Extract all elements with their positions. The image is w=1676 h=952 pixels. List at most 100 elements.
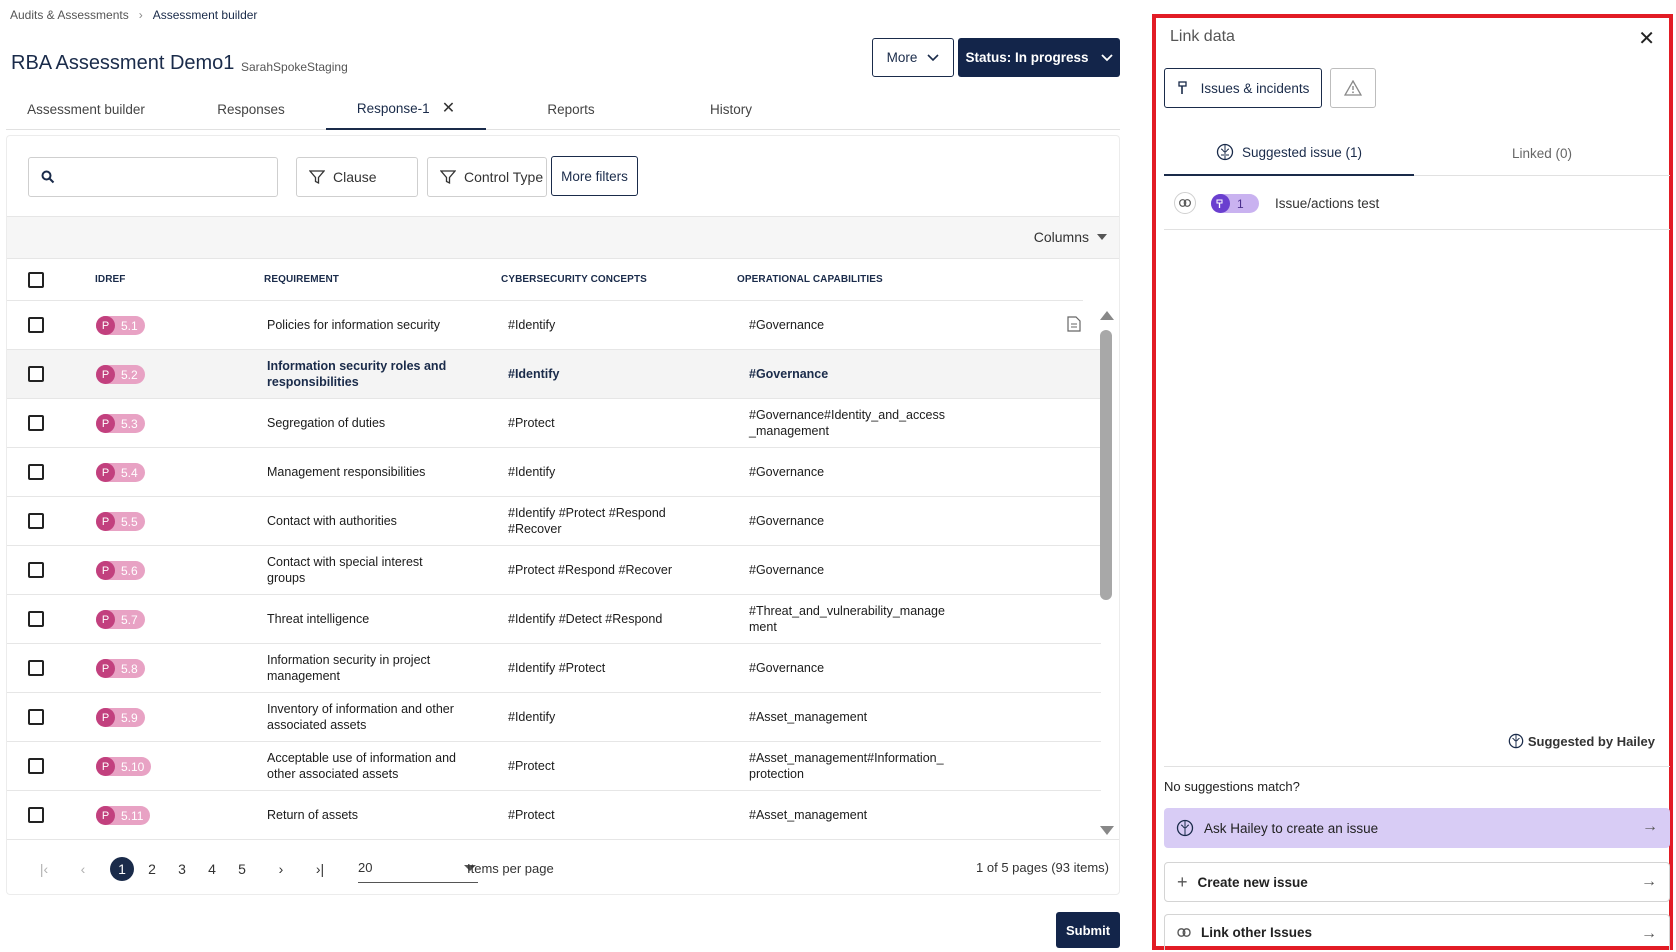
select-all-checkbox[interactable] bbox=[28, 272, 44, 288]
row-checkbox[interactable] bbox=[28, 513, 44, 529]
column-header-requirement[interactable]: REQUIREMENT bbox=[264, 274, 339, 285]
page-4-button[interactable]: 4 bbox=[200, 857, 224, 881]
row-checkbox[interactable] bbox=[28, 317, 44, 333]
operational-cell: #Governance bbox=[749, 465, 825, 479]
suggested-issue-row[interactable]: 1 Issue/actions test bbox=[1164, 176, 1670, 230]
arrow-right-icon: → bbox=[1641, 873, 1657, 890]
tab-assessment-builder[interactable]: Assessment builder bbox=[6, 88, 166, 130]
table-header: IDREF REQUIREMENT CYBERSECURITY CONCEPTS… bbox=[7, 259, 1083, 301]
requirement-cell: Management responsibilities bbox=[267, 465, 426, 479]
warning-icon bbox=[1344, 80, 1362, 96]
next-page-icon[interactable]: › bbox=[269, 857, 293, 881]
tab-reports[interactable]: Reports bbox=[491, 88, 651, 130]
search-input[interactable] bbox=[63, 169, 263, 185]
requirement-cell: Segregation of duties bbox=[267, 416, 386, 430]
table-row[interactable]: P 5.11 Return of assets #Protect #Asset_m… bbox=[7, 791, 1101, 839]
more-filters-button[interactable]: More filters bbox=[551, 156, 638, 196]
plus-icon: + bbox=[1177, 871, 1188, 892]
submit-button[interactable]: Submit bbox=[1056, 912, 1120, 948]
link-icon[interactable] bbox=[1174, 192, 1196, 214]
idref-badge: P 5.5 bbox=[96, 512, 145, 531]
table-row[interactable]: P 5.6 Contact with special interest group… bbox=[7, 546, 1101, 595]
tab-suggested-issue[interactable]: Suggested issue (1) bbox=[1164, 130, 1414, 176]
scrollbar-thumb[interactable] bbox=[1100, 330, 1112, 600]
idref-badge: P 5.10 bbox=[96, 757, 152, 776]
prev-page-icon[interactable]: ‹ bbox=[71, 857, 95, 881]
breadcrumb-parent-link[interactable]: Audits & Assessments bbox=[10, 8, 129, 22]
risk-button[interactable] bbox=[1330, 68, 1376, 108]
column-header-idref[interactable]: IDREF bbox=[95, 274, 126, 285]
suggested-by-hailey: Suggested by Hailey bbox=[1508, 733, 1655, 749]
hammer-icon bbox=[1211, 194, 1230, 213]
more-button[interactable]: More bbox=[872, 38, 954, 77]
tab-bar: Assessment builder Responses Response-1 ✕… bbox=[6, 88, 1120, 130]
page-3-button[interactable]: 3 bbox=[170, 857, 194, 881]
idref-badge: P 5.4 bbox=[96, 463, 145, 482]
row-checkbox[interactable] bbox=[28, 562, 44, 578]
requirement-cell: Information security roles and responsib… bbox=[267, 359, 447, 389]
table-row[interactable]: P 5.1 Policies for information security #… bbox=[7, 301, 1101, 350]
table-row[interactable]: P 5.10 Acceptable use of information and … bbox=[7, 742, 1101, 791]
cyber-concepts-cell: #Identify #Protect bbox=[508, 661, 606, 675]
page-5-button[interactable]: 5 bbox=[230, 857, 254, 881]
table-row[interactable]: P 5.9 Inventory of information and other … bbox=[7, 693, 1101, 742]
chevron-right-icon: › bbox=[138, 8, 143, 22]
row-checkbox[interactable] bbox=[28, 366, 44, 382]
row-checkbox[interactable] bbox=[28, 415, 44, 431]
tab-response-1[interactable]: Response-1 ✕ bbox=[326, 88, 486, 130]
table-row[interactable]: P 5.5 Contact with authorities #Identify … bbox=[7, 497, 1101, 546]
page-2-button[interactable]: 2 bbox=[140, 857, 164, 881]
priority-badge: P bbox=[96, 806, 115, 825]
tab-history[interactable]: History bbox=[651, 88, 811, 130]
operational-cell: #Asset_management bbox=[749, 710, 868, 724]
operational-cell: #Asset_management#Information_protection bbox=[749, 751, 944, 781]
scroll-down-arrow[interactable] bbox=[1100, 826, 1114, 835]
table-row[interactable]: P 5.4 Management responsibilities #Identi… bbox=[7, 448, 1101, 497]
priority-badge: P bbox=[96, 463, 115, 482]
table-row[interactable]: P 5.3 Segregation of duties #Protect #Gov… bbox=[7, 399, 1101, 448]
table-row[interactable]: P 5.8 Information security in project man… bbox=[7, 644, 1101, 693]
ask-hailey-button[interactable]: Ask Hailey to create an issue → bbox=[1164, 808, 1670, 848]
requirement-cell: Threat intelligence bbox=[267, 612, 370, 626]
control-type-filter-button[interactable]: Control Type bbox=[427, 157, 547, 197]
operational-cell: #Governance bbox=[749, 367, 829, 381]
items-per-page-select[interactable]: 20 bbox=[358, 855, 478, 883]
cyber-concepts-cell: #Protect #Respond #Recover bbox=[508, 563, 672, 577]
first-page-icon[interactable]: |‹ bbox=[32, 857, 56, 881]
tab-label: Reports bbox=[547, 101, 595, 117]
last-page-icon[interactable]: ›| bbox=[308, 857, 332, 881]
create-new-issue-button[interactable]: + Create new issue → bbox=[1164, 862, 1670, 902]
row-checkbox[interactable] bbox=[28, 709, 44, 725]
caret-down-icon bbox=[1097, 234, 1107, 240]
idref-badge: P 5.6 bbox=[96, 561, 145, 580]
document-icon[interactable] bbox=[1067, 316, 1081, 332]
issues-incidents-button[interactable]: Issues & incidents bbox=[1164, 68, 1322, 108]
link-other-issues-button[interactable]: Link other Issues → bbox=[1164, 914, 1670, 950]
requirement-cell: Contact with authorities bbox=[267, 514, 397, 528]
row-checkbox[interactable] bbox=[28, 611, 44, 627]
issues-incidents-label: Issues & incidents bbox=[1200, 80, 1310, 96]
column-header-cybersecurity[interactable]: CYBERSECURITY CONCEPTS bbox=[501, 274, 647, 285]
row-checkbox[interactable] bbox=[28, 660, 44, 676]
column-header-operational[interactable]: OPERATIONAL CAPABILITIES bbox=[737, 274, 883, 285]
tab-linked[interactable]: Linked (0) bbox=[1414, 130, 1670, 176]
table-row[interactable]: P 5.2 Information security roles and resp… bbox=[7, 350, 1101, 399]
tab-responses[interactable]: Responses bbox=[171, 88, 331, 130]
breadcrumb-current[interactable]: Assessment builder bbox=[153, 8, 258, 22]
clause-filter-button[interactable]: Clause bbox=[296, 157, 418, 197]
idref-value: 5.9 bbox=[121, 710, 138, 725]
status-button[interactable]: Status: In progress bbox=[958, 38, 1120, 77]
table-row[interactable]: P 5.7 Threat intelligence #Identify #Dete… bbox=[7, 595, 1101, 644]
columns-button[interactable]: Columns bbox=[1034, 229, 1107, 245]
row-checkbox[interactable] bbox=[28, 807, 44, 823]
page-1-button[interactable]: 1 bbox=[110, 857, 134, 881]
search-field[interactable] bbox=[28, 157, 278, 197]
close-icon[interactable]: ✕ bbox=[442, 98, 455, 118]
scroll-up-arrow[interactable] bbox=[1100, 311, 1114, 320]
row-checkbox[interactable] bbox=[28, 758, 44, 774]
idref-value: 5.7 bbox=[121, 612, 138, 627]
close-icon[interactable]: ✕ bbox=[1638, 26, 1655, 51]
row-checkbox[interactable] bbox=[28, 464, 44, 480]
ask-hailey-label: Ask Hailey to create an issue bbox=[1204, 820, 1379, 836]
cyber-concepts-cell: #Identify bbox=[508, 318, 556, 332]
